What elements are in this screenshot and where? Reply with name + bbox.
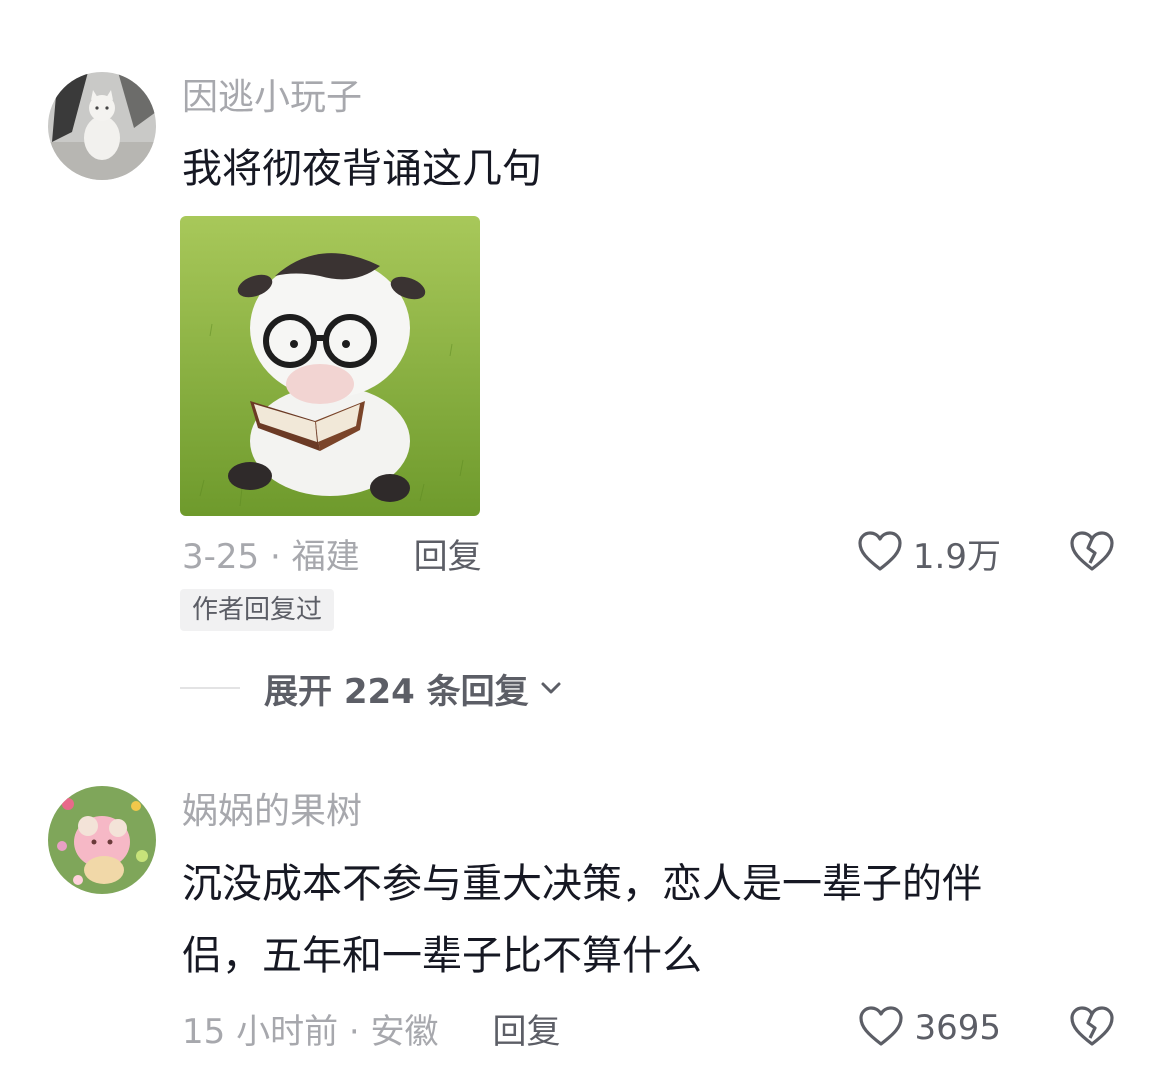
- comment-sticker-image[interactable]: [180, 216, 480, 516]
- username[interactable]: 娲娲的果树: [182, 790, 362, 834]
- comment-date-location: 15 小时前 · 安徽: [182, 1011, 439, 1052]
- chevron-down-icon: [539, 680, 563, 696]
- reply-button[interactable]: 回复: [493, 1004, 561, 1053]
- dislike-button[interactable]: [1067, 529, 1117, 577]
- comment-text-line-2: 侣，五年和一辈子比不算什么: [182, 933, 702, 979]
- comment-meta: 15 小时前 · 安徽 回复: [182, 1004, 561, 1052]
- like-button[interactable]: 3695: [858, 1004, 1001, 1052]
- broken-heart-icon: [1069, 1005, 1115, 1051]
- comment-text-line-1: 沉没成本不参与重大决策，恋人是一辈子的伴: [182, 861, 982, 907]
- avatar[interactable]: [48, 786, 156, 894]
- expand-replies-label: 展开 224 条回复: [264, 671, 529, 712]
- dislike-button[interactable]: [1067, 1004, 1117, 1052]
- heart-outline-icon: [857, 530, 903, 576]
- comment-list: 因逃小玩子 我将彻夜背诵这几句 3-25 · 福建 回复 1.9万 作者回复过 …: [0, 0, 1169, 1074]
- like-button[interactable]: 1.9万: [857, 529, 1001, 577]
- like-count: 3695: [914, 1008, 1001, 1048]
- avatar[interactable]: [48, 72, 156, 180]
- author-replied-badge: 作者回复过: [180, 589, 335, 631]
- divider: [180, 687, 240, 689]
- broken-heart-icon: [1069, 530, 1115, 576]
- reply-button[interactable]: 回复: [414, 529, 482, 578]
- comment-meta: 3-25 · 福建 回复: [182, 529, 482, 577]
- comment-date-location: 3-25 · 福建: [182, 536, 360, 577]
- comment-text: 我将彻夜背诵这几句: [182, 146, 542, 192]
- expand-replies-button[interactable]: 展开 224 条回复: [180, 664, 563, 712]
- heart-outline-icon: [858, 1005, 904, 1051]
- like-count: 1.9万: [912, 536, 1001, 577]
- username[interactable]: 因逃小玩子: [182, 76, 362, 120]
